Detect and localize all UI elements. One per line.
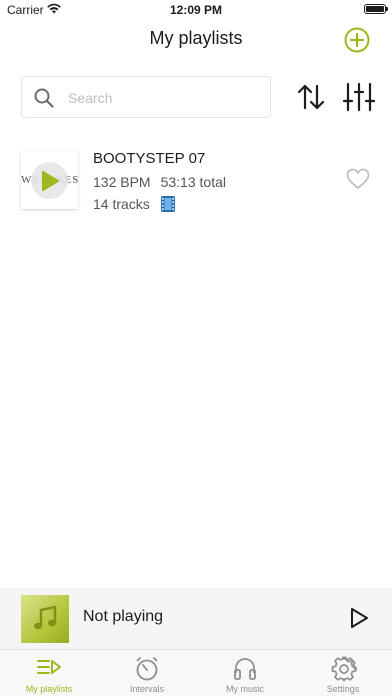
- playlist-track-count: 14 tracks: [93, 196, 150, 212]
- play-icon: [42, 171, 59, 191]
- music-note-icon: [34, 605, 57, 630]
- headphones-icon: [234, 658, 256, 680]
- playlist-icon: [37, 660, 61, 674]
- film-icon: [161, 196, 175, 212]
- search-bar: [21, 76, 271, 118]
- plus-circle-icon: [344, 27, 370, 53]
- now-playing-label: Not playing: [83, 608, 164, 625]
- play-playlist-button[interactable]: [31, 162, 68, 199]
- now-playing-play-button[interactable]: [348, 606, 370, 630]
- filter-button[interactable]: [342, 82, 376, 112]
- tab-label: Settings: [326, 684, 360, 694]
- playlist-meta: 132 BPM 53:13 total: [93, 174, 226, 190]
- now-playing-bar[interactable]: Not playing: [0, 588, 392, 649]
- playlist-name: BOOTYSTEP 07: [93, 150, 206, 167]
- tab-my-playlists[interactable]: My playlists: [0, 650, 98, 696]
- heart-icon: [346, 168, 370, 189]
- status-bar: Carrier 12:09 PM: [0, 0, 392, 20]
- clock: 12:09 PM: [169, 3, 223, 17]
- playlist-bpm: 132 BPM: [93, 174, 151, 190]
- playlist-row[interactable]: WELLNESS BOOTYSTEP 07 132 BPM 53:13 total…: [0, 148, 392, 218]
- tab-my-music[interactable]: My music: [196, 650, 294, 696]
- tab-label: My playlists: [25, 684, 73, 694]
- playlist-total: 53:13 total: [160, 174, 226, 190]
- tab-settings[interactable]: Settings: [294, 650, 392, 696]
- sliders-icon: [342, 82, 376, 112]
- page-title: My playlists: [149, 28, 243, 48]
- now-playing-artwork: [21, 595, 69, 643]
- search-icon: [33, 87, 55, 109]
- play-icon: [351, 608, 368, 628]
- sort-arrows-icon: [297, 84, 325, 110]
- add-playlist-button[interactable]: [344, 27, 370, 53]
- battery-icon: [364, 4, 388, 14]
- tab-label: Intervals: [129, 684, 164, 694]
- gear-icon: [331, 656, 357, 682]
- playlist-artwork: WELLNESS: [21, 152, 78, 209]
- stopwatch-icon: [136, 657, 158, 681]
- favorite-button[interactable]: [346, 168, 370, 190]
- tab-intervals[interactable]: Intervals: [98, 650, 196, 696]
- tab-bar: My playlists Intervals My music Settings: [0, 649, 392, 696]
- sort-button[interactable]: [296, 82, 326, 112]
- tab-label: My music: [226, 684, 264, 694]
- search-input[interactable]: [68, 86, 263, 110]
